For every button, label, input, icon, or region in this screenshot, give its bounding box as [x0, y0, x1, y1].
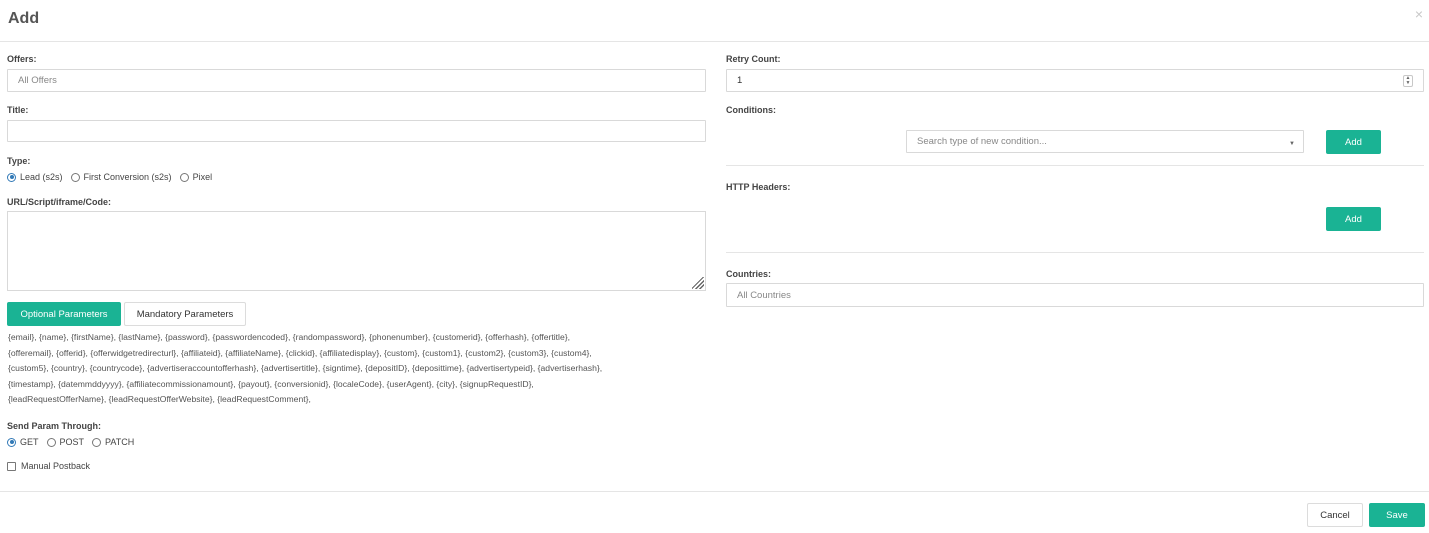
- title-label: Title:: [7, 105, 29, 115]
- conditions-label: Conditions:: [726, 105, 776, 115]
- countries-label: Countries:: [726, 269, 771, 279]
- radio-icon[interactable]: [92, 437, 102, 447]
- type-option-first-conversion-label: First Conversion (s2s): [83, 172, 172, 182]
- conditions-divider: [726, 165, 1424, 166]
- radio-icon[interactable]: [70, 172, 80, 182]
- send-param-option-post-label: POST: [59, 437, 85, 447]
- number-spinner-icon[interactable]: ▲ ▼: [1403, 75, 1413, 87]
- manual-postback-checkbox-row[interactable]: Manual Postback: [7, 461, 90, 471]
- parameters-line: {email}, {name}, {firstName}, {lastName}…: [8, 332, 570, 342]
- type-option-pixel-label: Pixel: [192, 172, 213, 182]
- parameters-line: {custom5}, {country}, {countrycode}, {ad…: [8, 363, 603, 373]
- add-condition-button[interactable]: Add: [1326, 130, 1381, 154]
- send-param-option-get-label: GET: [20, 437, 39, 447]
- type-label: Type:: [7, 156, 31, 166]
- http-headers-divider: [726, 252, 1424, 253]
- retry-count-input[interactable]: 1 ▲ ▼: [726, 69, 1424, 92]
- parameters-line: {timestamp}, {datemmddyyyy}, {affiliatec…: [8, 378, 534, 389]
- checkbox-icon[interactable]: [7, 461, 16, 471]
- type-radio-group: Lead (s2s) First Conversion (s2s) Pixel: [7, 172, 220, 182]
- tab-optional-parameters[interactable]: Optional Parameters: [7, 302, 121, 326]
- countries-select[interactable]: All Countries: [726, 283, 1424, 307]
- radio-icon[interactable]: [46, 437, 56, 447]
- radio-icon[interactable]: [179, 172, 189, 182]
- send-param-label: Send Param Through:: [7, 421, 102, 431]
- offers-select[interactable]: All Offers: [7, 69, 706, 92]
- modal-title: Add: [8, 10, 40, 27]
- tab-mandatory-parameters[interactable]: Mandatory Parameters: [124, 302, 246, 326]
- parameters-line: {leadRequestOfferName}, {leadRequestOffe…: [8, 394, 311, 404]
- cancel-button[interactable]: Cancel: [1307, 503, 1363, 527]
- send-param-option-patch-label: PATCH: [105, 437, 135, 447]
- modal-footer-divider: [0, 491, 1429, 492]
- radio-selected-icon[interactable]: [7, 437, 16, 447]
- type-option-lead[interactable]: Lead (s2s): [7, 172, 63, 182]
- condition-type-placeholder: Search type of new condition...: [917, 136, 1047, 147]
- url-label: URL/Script/iframe/Code:: [7, 197, 112, 207]
- parameters-list: {email}, {name}, {firstName}, {lastName}…: [8, 330, 707, 408]
- save-button[interactable]: Save: [1369, 503, 1425, 527]
- type-option-first-conversion[interactable]: First Conversion (s2s): [70, 172, 172, 182]
- radio-selected-icon[interactable]: [7, 172, 16, 182]
- resize-grip-icon[interactable]: [692, 277, 704, 289]
- retry-count-value: 1: [737, 75, 743, 86]
- parameters-line: {offeremail}, {offerid}, {offerwidgetred…: [8, 347, 592, 358]
- manual-postback-label: Manual Postback: [21, 461, 91, 471]
- type-option-pixel[interactable]: Pixel: [179, 172, 213, 182]
- offers-label: Offers:: [7, 54, 37, 64]
- type-option-lead-label: Lead (s2s): [20, 172, 63, 182]
- http-headers-label: HTTP Headers:: [726, 182, 791, 192]
- countries-placeholder: All Countries: [737, 289, 791, 301]
- send-param-radio-group: GET POST PATCH: [7, 437, 142, 447]
- caret-down-icon: ▼: [1289, 141, 1295, 147]
- offers-placeholder: All Offers: [18, 75, 57, 86]
- close-icon[interactable]: ×: [1415, 6, 1423, 22]
- send-param-option-patch[interactable]: PATCH: [92, 437, 134, 447]
- modal-header: Add ×: [0, 0, 1429, 42]
- retry-count-label: Retry Count:: [726, 54, 781, 64]
- send-param-option-post[interactable]: POST: [46, 437, 85, 447]
- send-param-option-get[interactable]: GET: [7, 437, 39, 447]
- url-textarea[interactable]: [7, 211, 706, 291]
- add-http-header-button[interactable]: Add: [1326, 207, 1381, 231]
- condition-type-select[interactable]: Search type of new condition... ▼: [906, 130, 1304, 153]
- title-input[interactable]: [7, 120, 706, 142]
